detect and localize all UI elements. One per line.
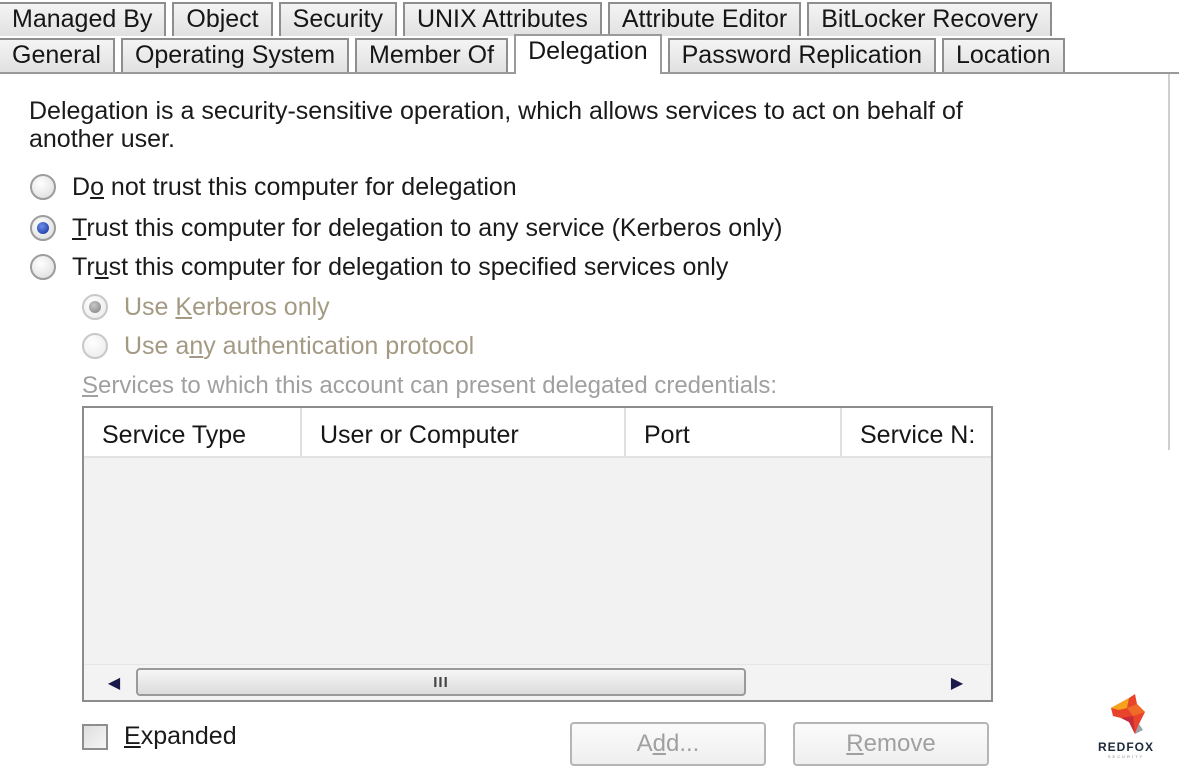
column-header-service-type[interactable]: Service Type [84, 408, 302, 458]
delegation-description: Delegation is a security-sensitive opera… [29, 97, 963, 153]
expanded-checkbox-row[interactable]: Expanded [82, 722, 237, 751]
tab-password-replication[interactable]: Password Replication [667, 38, 937, 72]
option-use-kerberos-only[interactable]: Use Kerberos only [82, 292, 330, 322]
scroll-right-arrow-icon[interactable]: ▶ [937, 665, 977, 701]
tab-managed-by[interactable]: Managed By [0, 2, 167, 36]
column-header-port[interactable]: Port [626, 408, 842, 458]
expanded-checkbox[interactable] [82, 723, 108, 750]
radio-button-selected[interactable] [30, 215, 56, 241]
scrollbar-thumb[interactable]: III [136, 668, 746, 696]
tab-unix-attributes[interactable]: UNIX Attributes [402, 2, 602, 36]
remove-button[interactable]: Remove [793, 722, 989, 766]
list-header: Service Type User or Computer Port Servi… [84, 408, 991, 458]
option-label: Trust this computer for delegation to an… [72, 213, 783, 242]
option-trust-any-service[interactable]: Trust this computer for delegation to an… [30, 213, 783, 243]
tab-object[interactable]: Object [172, 2, 273, 36]
option-do-not-trust[interactable]: Do not trust this computer for delegatio… [30, 172, 517, 202]
tab-row-1: Managed By Object Security UNIX Attribut… [0, 0, 1058, 36]
radio-button-disabled[interactable] [82, 333, 108, 359]
grip-icon: III [433, 673, 449, 691]
radio-button[interactable] [30, 254, 56, 280]
option-label: Do not trust this computer for delegatio… [72, 172, 517, 201]
option-use-any-protocol[interactable]: Use any authentication protocol [82, 331, 474, 361]
radio-button[interactable] [30, 174, 56, 200]
logo-tagline: SECURITY [1107, 754, 1145, 759]
tab-bitlocker-recovery[interactable]: BitLocker Recovery [807, 2, 1052, 36]
column-header-user-or-computer[interactable]: User or Computer [302, 408, 626, 458]
tab-general[interactable]: General [0, 38, 115, 72]
horizontal-scrollbar[interactable]: ◀ III ▶ [84, 664, 991, 700]
tab-attribute-editor[interactable]: Attribute Editor [607, 2, 802, 36]
option-trust-specified-services[interactable]: Trust this computer for delegation to sp… [30, 252, 728, 282]
list-body[interactable] [84, 458, 991, 666]
tab-row-2: General Operating System Member Of Deleg… [0, 34, 1071, 74]
option-label: Use Kerberos only [124, 292, 330, 321]
tab-operating-system[interactable]: Operating System [120, 38, 350, 72]
column-header-service-name[interactable]: Service N: [842, 408, 991, 458]
tab-member-of[interactable]: Member Of [355, 38, 509, 72]
tab-delegation[interactable]: Delegation [514, 34, 662, 74]
expanded-label: Expanded [124, 722, 237, 750]
services-list[interactable]: Service Type User or Computer Port Servi… [82, 406, 993, 702]
logo-wordmark: REDFOX [1097, 740, 1154, 754]
fox-head-icon [1111, 694, 1145, 734]
option-label: Use any authentication protocol [124, 331, 475, 360]
tab-location[interactable]: Location [942, 38, 1065, 72]
services-list-label: Services to which this account can prese… [82, 372, 778, 399]
scroll-left-arrow-icon[interactable]: ◀ [94, 665, 134, 701]
redfox-logo: REDFOX SECURITY [1086, 694, 1166, 764]
add-button[interactable]: Ad d... [570, 722, 766, 766]
option-label: Trust this computer for delegation to sp… [72, 252, 729, 281]
tab-security[interactable]: Security [278, 2, 397, 36]
radio-button-disabled-selected[interactable] [82, 294, 108, 320]
